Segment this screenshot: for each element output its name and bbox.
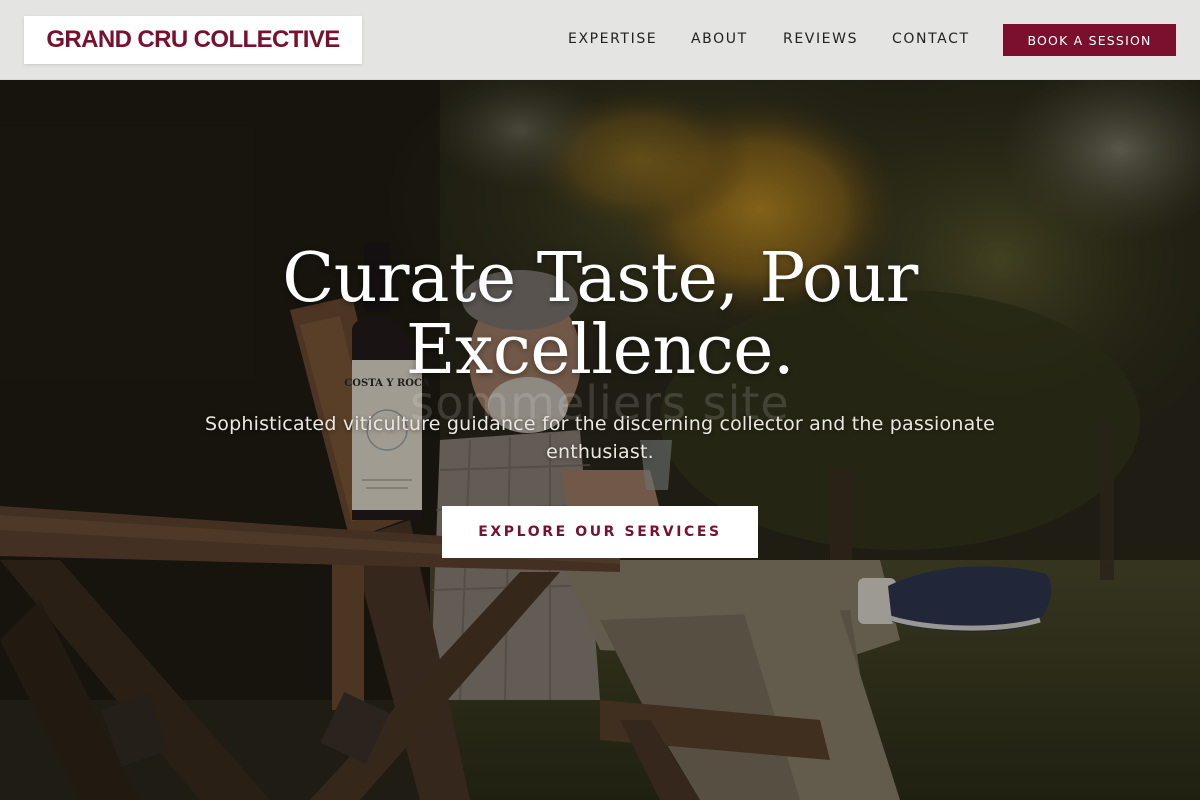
hero-headline-line-1: Curate Taste, Pour [282,239,918,318]
nav-link-reviews[interactable]: REVIEWS [783,31,858,47]
hero-section: COSTA Y ROCA [0,0,1200,800]
logo-link[interactable]: GRAND CRU COLLECTIVE [24,16,362,64]
book-session-button[interactable]: BOOK A SESSION [1003,24,1176,56]
hero-headline: Curate Taste, Pour Excellence. [200,243,1000,387]
hero-headline-line-2: Excellence. [405,311,795,390]
explore-services-button[interactable]: EXPLORE OUR SERVICES [442,506,758,558]
hero-subheading: Sophisticated viticulture guidance for t… [205,413,995,463]
hero-overlay [0,0,1200,800]
nav-link-contact[interactable]: CONTACT [892,31,970,47]
logo-text: GRAND CRU COLLECTIVE [46,26,340,53]
nav-link-about[interactable]: ABOUT [691,31,748,47]
site-header: GRAND CRU COLLECTIVE EXPERTISE ABOUT REV… [0,0,1200,80]
nav-link-expertise[interactable]: EXPERTISE [568,31,657,47]
